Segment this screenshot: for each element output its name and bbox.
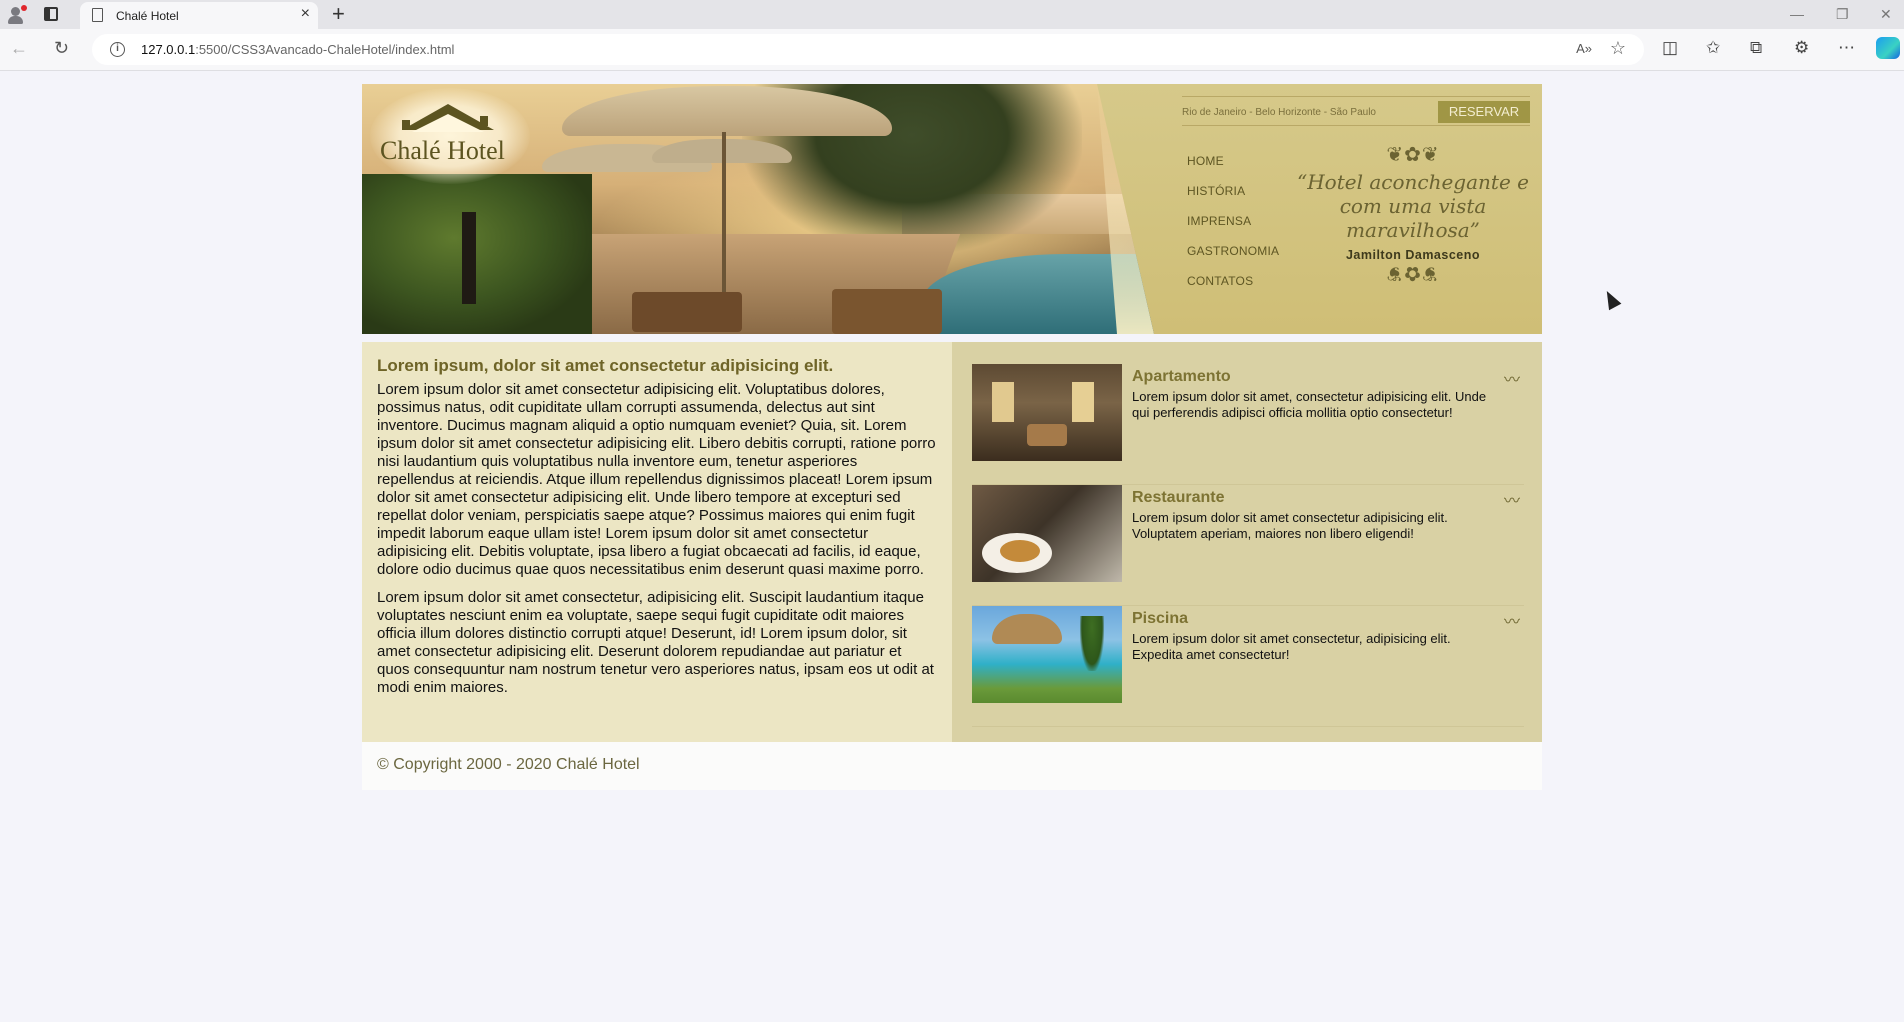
site-logo[interactable]: Chalé Hotel xyxy=(370,88,530,184)
menu-item-contatos[interactable]: CONTATOS xyxy=(1187,274,1279,304)
pool-photo xyxy=(972,606,1122,703)
reservar-button[interactable]: RESERVAR xyxy=(1438,101,1530,123)
more-options-icon[interactable]: ⋯ xyxy=(1838,38,1855,58)
logo-text: Chalé Hotel xyxy=(380,136,505,165)
restore-icon[interactable]: ❐ xyxy=(1836,6,1849,23)
cities-text: Rio de Janeiro - Belo Horizonte - São Pa… xyxy=(1182,107,1376,118)
card-text: Lorem ipsum dolor sit amet consectetur, … xyxy=(1132,631,1451,662)
ornament-bottom-icon: ❦✿❦ xyxy=(1386,262,1440,284)
menu-item-imprensa[interactable]: IMPRENSA xyxy=(1187,214,1279,244)
collections-icon[interactable]: ⧉ xyxy=(1750,38,1762,58)
tab-actions-icon[interactable] xyxy=(44,7,58,21)
new-tab-icon[interactable]: + xyxy=(332,2,345,26)
close-window-icon[interactable]: ✕ xyxy=(1880,6,1892,23)
header-top-bar: Rio de Janeiro - Belo Horizonte - São Pa… xyxy=(1182,96,1530,126)
sidebar: Apartamento Lorem ipsum dolor sit amet, … xyxy=(952,342,1542,742)
mouse-cursor-icon xyxy=(1600,287,1622,311)
tab-title: Chalé Hotel xyxy=(116,9,179,23)
article-paragraph: Lorem ipsum dolor sit amet consectetur, … xyxy=(377,589,934,696)
browser-tab[interactable]: Chalé Hotel × xyxy=(80,2,318,29)
testimonial-quote: ❦✿❦ “Hotel aconchegante e com uma vista … xyxy=(1297,144,1529,284)
article-paragraph: Lorem ipsum dolor sit amet consectetur a… xyxy=(377,381,936,578)
profile-icon[interactable] xyxy=(6,5,27,25)
site-header: Chalé Hotel Rio de Janeiro - Belo Horizo… xyxy=(362,84,1542,334)
menu-item-historia[interactable]: HISTÓRIA xyxy=(1187,184,1279,214)
card-title: Apartamento xyxy=(1132,368,1231,385)
wave-ornament-icon: 〰 xyxy=(1503,614,1520,631)
url-field[interactable]: i 127.0.0.1:5500/CSS3Avancado-ChaleHotel… xyxy=(92,34,1644,65)
favorite-star-icon[interactable]: ☆ xyxy=(1610,38,1626,59)
browser-address-bar: ← ↻ i 127.0.0.1:5500/CSS3Avancado-ChaleH… xyxy=(0,29,1904,71)
article-heading: Lorem ipsum, dolor sit amet consectetur … xyxy=(377,356,834,375)
wave-ornament-icon: 〰 xyxy=(1503,493,1520,510)
card-text: Lorem ipsum dolor sit amet consectetur a… xyxy=(1132,510,1448,541)
copilot-icon[interactable] xyxy=(1876,37,1900,59)
back-icon[interactable]: ← xyxy=(10,38,28,58)
minimize-icon[interactable]: — xyxy=(1790,6,1804,22)
card-restaurante[interactable]: Restaurante Lorem ipsum dolor sit amet c… xyxy=(972,485,1524,606)
card-title: Piscina xyxy=(1132,610,1189,627)
read-aloud-icon[interactable]: A» xyxy=(1576,41,1592,56)
hotel-site: Chalé Hotel Rio de Janeiro - Belo Horizo… xyxy=(362,84,1542,790)
quote-text: “Hotel aconchegante e com uma vista mara… xyxy=(1297,170,1529,242)
restaurant-photo xyxy=(972,485,1122,582)
browser-tab-bar: Chalé Hotel × + — ❐ ✕ xyxy=(0,0,1904,29)
url-text: 127.0.0.1:5500/CSS3Avancado-ChaleHotel/i… xyxy=(141,42,455,57)
content-area: Lorem ipsum, dolor sit amet consectetur … xyxy=(362,342,1542,742)
menu-item-home[interactable]: HOME xyxy=(1187,154,1279,184)
extensions-icon[interactable]: ⚙ xyxy=(1794,38,1809,58)
copyright-text: © Copyright 2000 - 2020 Chalé Hotel xyxy=(377,756,640,773)
quote-author: Jamilton Damasceno xyxy=(1345,248,1481,262)
card-title: Restaurante xyxy=(1132,489,1225,506)
page-icon xyxy=(92,8,103,22)
main-article: Lorem ipsum, dolor sit amet consectetur … xyxy=(362,342,952,742)
apartment-photo xyxy=(972,364,1122,461)
menu-item-gastronomia[interactable]: GASTRONOMIA xyxy=(1187,244,1279,274)
ornament-top-icon: ❦✿❦ xyxy=(1386,144,1440,166)
favorites-icon[interactable]: ✩ xyxy=(1706,38,1720,58)
split-screen-icon[interactable]: ◫ xyxy=(1662,38,1678,58)
site-info-icon[interactable]: i xyxy=(110,42,125,57)
site-footer: © Copyright 2000 - 2020 Chalé Hotel xyxy=(362,742,1542,790)
card-apartamento[interactable]: Apartamento Lorem ipsum dolor sit amet, … xyxy=(972,364,1524,485)
wave-ornament-icon: 〰 xyxy=(1503,372,1520,389)
close-tab-icon[interactable]: × xyxy=(301,6,310,22)
card-piscina[interactable]: Piscina Lorem ipsum dolor sit amet conse… xyxy=(972,606,1524,727)
refresh-icon[interactable]: ↻ xyxy=(54,38,69,58)
main-menu: HOME HISTÓRIA IMPRENSA GASTRONOMIA CONTA… xyxy=(1187,154,1279,304)
card-text: Lorem ipsum dolor sit amet, consectetur … xyxy=(1132,389,1487,420)
